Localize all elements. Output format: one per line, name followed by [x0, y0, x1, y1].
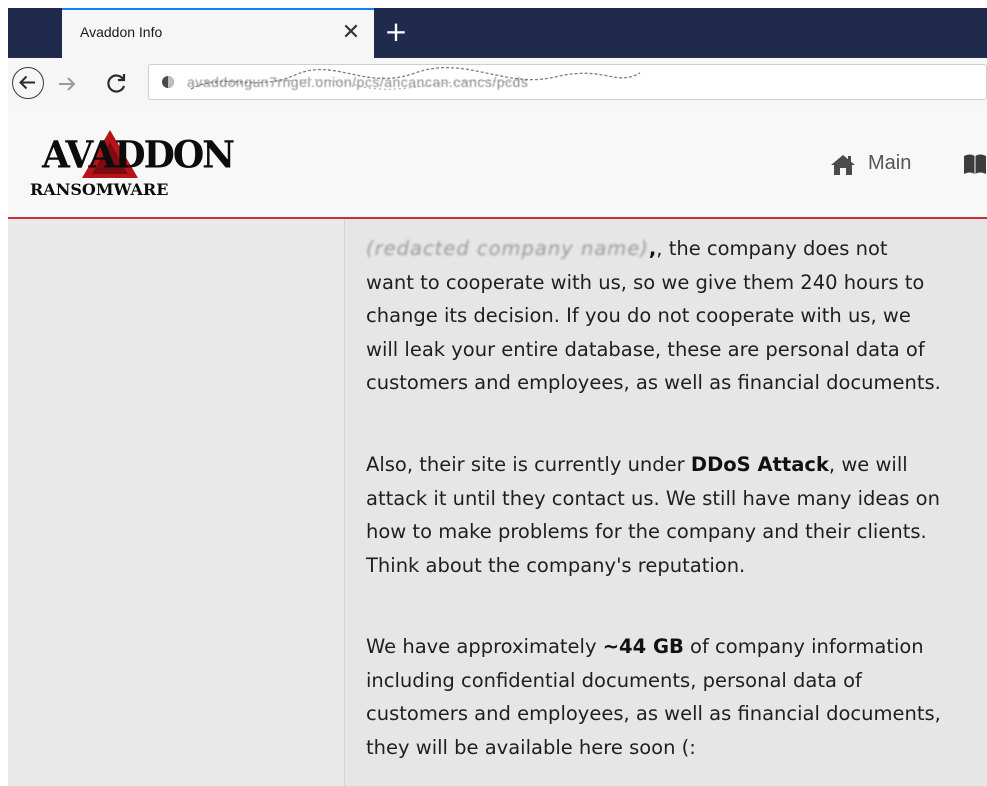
reload-icon: [107, 74, 126, 93]
tab-bar: Avaddon Info ✕ +: [8, 8, 987, 58]
site-info-icon[interactable]: [161, 75, 175, 89]
text-line: (redacted company name),, the company do…: [366, 232, 987, 266]
back-button[interactable]: [12, 67, 44, 99]
text-span: of company information: [683, 635, 924, 658]
text-bold: DDoS Attack: [690, 453, 829, 476]
tab-title: Avaddon Info: [80, 24, 163, 40]
paragraph-ddos: Also, their site is currently under DDoS…: [366, 448, 987, 582]
avaddon-logo[interactable]: AVADDON RANSOMWARE: [28, 128, 235, 204]
reload-button[interactable]: [104, 71, 130, 97]
browser-tab[interactable]: Avaddon Info ✕: [62, 8, 374, 58]
address-bar[interactable]: avaddongun7rngel.onion/pcs/ancancan.canc…: [148, 64, 987, 100]
back-arrow-icon: [19, 75, 35, 90]
text-line: they will be available here soon (:: [366, 735, 696, 759]
logo-wordmark: AVADDON: [42, 132, 235, 178]
text-line: Also, their site is currently under DDoS…: [366, 448, 987, 482]
text-span: Also, their site is currently under: [366, 453, 691, 476]
text-span: , we will: [828, 453, 908, 476]
text-line: customers and employees, as well as fina…: [366, 702, 941, 725]
text-line: including confidential documents, person…: [366, 668, 862, 692]
new-tab-button[interactable]: +: [380, 16, 412, 48]
navigation-toolbar: avaddongun7rngel.onion/pcs/ancancan.canc…: [8, 58, 987, 109]
close-tab-icon[interactable]: ✕: [338, 20, 364, 46]
text-line: We have approximately ~44 GB of company …: [366, 630, 987, 664]
site-header: AVADDON RANSOMWARE Main: [8, 108, 987, 219]
text-span: We have approximately: [366, 635, 603, 658]
book-icon[interactable]: [963, 153, 987, 175]
text-line: want to cooperate with us, so we give th…: [366, 270, 925, 294]
text-line: will leak your entire database, these ar…: [366, 337, 925, 361]
logo-subtitle: RANSOMWARE: [30, 180, 169, 199]
window-edge: [0, 0, 8, 786]
text-line: change its decision. If you do not coope…: [366, 304, 911, 327]
forward-button[interactable]: [54, 71, 80, 97]
paragraph-deadline: (redacted company name),, the company do…: [366, 232, 987, 400]
text-span: , the company does not: [656, 237, 888, 260]
sidebar-panel: [8, 219, 344, 786]
text-line: customers and employees, as well as fina…: [366, 371, 941, 394]
text-bold: ~44 GB: [602, 635, 684, 658]
text-line: Think about the company's reputation.: [366, 553, 746, 577]
paragraph-data-volume: We have approximately ~44 GB of company …: [366, 630, 987, 764]
text-line: attack it until they contact us. We stil…: [366, 486, 940, 510]
text-line: how to make problems for the company and…: [366, 520, 927, 543]
nav-link-main-label: Main: [868, 152, 912, 174]
url-redaction: [190, 67, 641, 90]
home-icon: [831, 155, 855, 175]
redacted-company-name: (redacted company name): [366, 237, 649, 260]
forward-arrow-icon: [59, 77, 76, 91]
